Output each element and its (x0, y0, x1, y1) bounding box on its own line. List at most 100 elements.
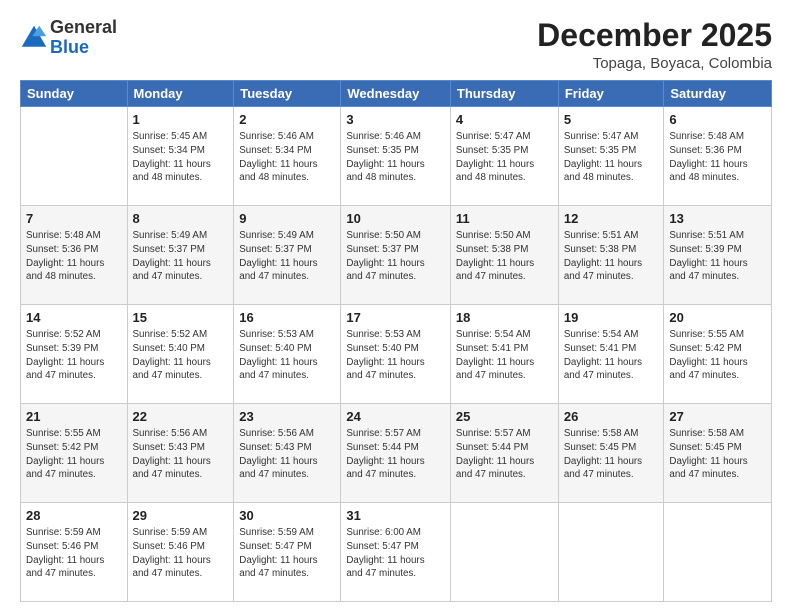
day-info: Sunrise: 5:50 AMSunset: 5:37 PMDaylight:… (346, 229, 445, 284)
table-row: 23Sunrise: 5:56 AMSunset: 5:43 PMDayligh… (234, 404, 341, 503)
table-row (450, 503, 558, 602)
day-number: 31 (346, 507, 445, 525)
day-info: Sunrise: 5:48 AMSunset: 5:36 PMDaylight:… (669, 130, 766, 185)
table-row: 18Sunrise: 5:54 AMSunset: 5:41 PMDayligh… (450, 305, 558, 404)
logo-general: General (50, 17, 117, 37)
table-row: 17Sunrise: 5:53 AMSunset: 5:40 PMDayligh… (341, 305, 451, 404)
day-info: Sunrise: 5:55 AMSunset: 5:42 PMDaylight:… (669, 328, 766, 383)
table-row: 6Sunrise: 5:48 AMSunset: 5:36 PMDaylight… (664, 107, 772, 206)
table-row: 2Sunrise: 5:46 AMSunset: 5:34 PMDaylight… (234, 107, 341, 206)
table-row: 28Sunrise: 5:59 AMSunset: 5:46 PMDayligh… (21, 503, 128, 602)
table-row: 12Sunrise: 5:51 AMSunset: 5:38 PMDayligh… (558, 206, 664, 305)
table-row: 5Sunrise: 5:47 AMSunset: 5:35 PMDaylight… (558, 107, 664, 206)
day-info: Sunrise: 5:56 AMSunset: 5:43 PMDaylight:… (239, 427, 335, 482)
day-number: 5 (564, 111, 659, 129)
calendar-week-row: 14Sunrise: 5:52 AMSunset: 5:39 PMDayligh… (21, 305, 772, 404)
day-number: 13 (669, 210, 766, 228)
day-number: 17 (346, 309, 445, 327)
subtitle: Topaga, Boyaca, Colombia (537, 55, 772, 72)
calendar-header-row: Sunday Monday Tuesday Wednesday Thursday… (21, 81, 772, 107)
table-row: 1Sunrise: 5:45 AMSunset: 5:34 PMDaylight… (127, 107, 234, 206)
table-row: 10Sunrise: 5:50 AMSunset: 5:37 PMDayligh… (341, 206, 451, 305)
day-info: Sunrise: 5:53 AMSunset: 5:40 PMDaylight:… (346, 328, 445, 383)
day-number: 7 (26, 210, 122, 228)
table-row: 19Sunrise: 5:54 AMSunset: 5:41 PMDayligh… (558, 305, 664, 404)
day-number: 4 (456, 111, 553, 129)
day-info: Sunrise: 5:49 AMSunset: 5:37 PMDaylight:… (133, 229, 229, 284)
day-number: 11 (456, 210, 553, 228)
header-saturday: Saturday (664, 81, 772, 107)
table-row: 24Sunrise: 5:57 AMSunset: 5:44 PMDayligh… (341, 404, 451, 503)
day-number: 12 (564, 210, 659, 228)
day-number: 29 (133, 507, 229, 525)
table-row: 7Sunrise: 5:48 AMSunset: 5:36 PMDaylight… (21, 206, 128, 305)
page: General Blue December 2025 Topaga, Boyac… (0, 0, 792, 612)
header-tuesday: Tuesday (234, 81, 341, 107)
day-number: 6 (669, 111, 766, 129)
table-row: 25Sunrise: 5:57 AMSunset: 5:44 PMDayligh… (450, 404, 558, 503)
day-number: 1 (133, 111, 229, 129)
day-info: Sunrise: 5:59 AMSunset: 5:46 PMDaylight:… (133, 526, 229, 581)
day-info: Sunrise: 5:47 AMSunset: 5:35 PMDaylight:… (564, 130, 659, 185)
day-info: Sunrise: 5:48 AMSunset: 5:36 PMDaylight:… (26, 229, 122, 284)
day-info: Sunrise: 5:46 AMSunset: 5:34 PMDaylight:… (239, 130, 335, 185)
day-info: Sunrise: 5:54 AMSunset: 5:41 PMDaylight:… (456, 328, 553, 383)
day-number: 22 (133, 408, 229, 426)
calendar-table: Sunday Monday Tuesday Wednesday Thursday… (20, 80, 772, 602)
day-number: 14 (26, 309, 122, 327)
table-row (558, 503, 664, 602)
table-row: 27Sunrise: 5:58 AMSunset: 5:45 PMDayligh… (664, 404, 772, 503)
day-number: 10 (346, 210, 445, 228)
calendar-week-row: 28Sunrise: 5:59 AMSunset: 5:46 PMDayligh… (21, 503, 772, 602)
day-info: Sunrise: 5:46 AMSunset: 5:35 PMDaylight:… (346, 130, 445, 185)
header-wednesday: Wednesday (341, 81, 451, 107)
logo-blue: Blue (50, 37, 89, 57)
main-title: December 2025 (537, 18, 772, 53)
day-number: 8 (133, 210, 229, 228)
table-row: 13Sunrise: 5:51 AMSunset: 5:39 PMDayligh… (664, 206, 772, 305)
day-info: Sunrise: 5:53 AMSunset: 5:40 PMDaylight:… (239, 328, 335, 383)
table-row: 31Sunrise: 6:00 AMSunset: 5:47 PMDayligh… (341, 503, 451, 602)
calendar-week-row: 1Sunrise: 5:45 AMSunset: 5:34 PMDaylight… (21, 107, 772, 206)
day-info: Sunrise: 5:51 AMSunset: 5:39 PMDaylight:… (669, 229, 766, 284)
logo: General Blue (20, 18, 117, 58)
day-info: Sunrise: 5:45 AMSunset: 5:34 PMDaylight:… (133, 130, 229, 185)
calendar-week-row: 7Sunrise: 5:48 AMSunset: 5:36 PMDaylight… (21, 206, 772, 305)
day-number: 3 (346, 111, 445, 129)
day-info: Sunrise: 5:58 AMSunset: 5:45 PMDaylight:… (669, 427, 766, 482)
table-row: 15Sunrise: 5:52 AMSunset: 5:40 PMDayligh… (127, 305, 234, 404)
day-number: 24 (346, 408, 445, 426)
day-info: Sunrise: 5:57 AMSunset: 5:44 PMDaylight:… (346, 427, 445, 482)
header-monday: Monday (127, 81, 234, 107)
day-info: Sunrise: 5:57 AMSunset: 5:44 PMDaylight:… (456, 427, 553, 482)
day-number: 28 (26, 507, 122, 525)
day-info: Sunrise: 5:49 AMSunset: 5:37 PMDaylight:… (239, 229, 335, 284)
day-number: 20 (669, 309, 766, 327)
day-info: Sunrise: 5:59 AMSunset: 5:46 PMDaylight:… (26, 526, 122, 581)
day-number: 15 (133, 309, 229, 327)
table-row: 26Sunrise: 5:58 AMSunset: 5:45 PMDayligh… (558, 404, 664, 503)
day-number: 2 (239, 111, 335, 129)
day-number: 23 (239, 408, 335, 426)
day-number: 26 (564, 408, 659, 426)
day-info: Sunrise: 6:00 AMSunset: 5:47 PMDaylight:… (346, 526, 445, 581)
day-number: 18 (456, 309, 553, 327)
table-row: 16Sunrise: 5:53 AMSunset: 5:40 PMDayligh… (234, 305, 341, 404)
day-number: 19 (564, 309, 659, 327)
table-row: 11Sunrise: 5:50 AMSunset: 5:38 PMDayligh… (450, 206, 558, 305)
table-row: 3Sunrise: 5:46 AMSunset: 5:35 PMDaylight… (341, 107, 451, 206)
table-row: 8Sunrise: 5:49 AMSunset: 5:37 PMDaylight… (127, 206, 234, 305)
header-thursday: Thursday (450, 81, 558, 107)
header-friday: Friday (558, 81, 664, 107)
day-info: Sunrise: 5:52 AMSunset: 5:40 PMDaylight:… (133, 328, 229, 383)
calendar-week-row: 21Sunrise: 5:55 AMSunset: 5:42 PMDayligh… (21, 404, 772, 503)
table-row: 29Sunrise: 5:59 AMSunset: 5:46 PMDayligh… (127, 503, 234, 602)
day-info: Sunrise: 5:58 AMSunset: 5:45 PMDaylight:… (564, 427, 659, 482)
day-info: Sunrise: 5:47 AMSunset: 5:35 PMDaylight:… (456, 130, 553, 185)
day-number: 21 (26, 408, 122, 426)
day-info: Sunrise: 5:52 AMSunset: 5:39 PMDaylight:… (26, 328, 122, 383)
header: General Blue December 2025 Topaga, Boyac… (20, 18, 772, 72)
day-number: 25 (456, 408, 553, 426)
table-row (664, 503, 772, 602)
day-number: 30 (239, 507, 335, 525)
